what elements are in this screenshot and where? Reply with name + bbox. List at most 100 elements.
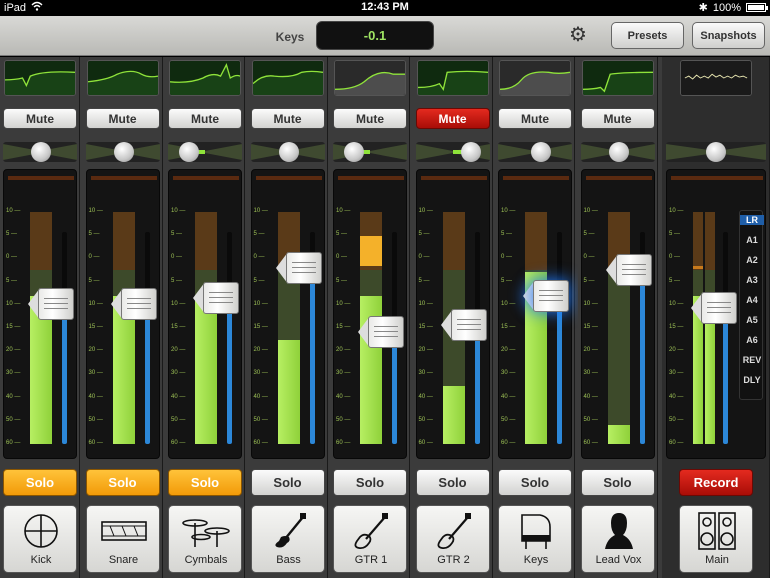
level-meter — [195, 212, 217, 444]
db-scale-label: 20 — — [253, 347, 268, 354]
eq-thumbnail[interactable] — [334, 60, 406, 96]
mute-button[interactable]: Mute — [498, 108, 572, 129]
fader-cap[interactable] — [440, 309, 487, 342]
mute-button[interactable]: Mute — [250, 108, 325, 129]
eq-thumbnail[interactable] — [4, 60, 76, 96]
bus-select-lr[interactable]: LR — [740, 215, 764, 225]
db-scale-label: 10 — — [418, 300, 433, 307]
fader-strip: 10 — 5 — 0 — 5 — 10 — 15 — 20 — 30 — 40 — 50 — 60 … — [415, 169, 490, 459]
db-scale-label: 50 — — [6, 416, 21, 423]
db-scale-label: 10 — — [171, 208, 186, 214]
pan-knob[interactable] — [343, 142, 364, 162]
solo-button[interactable]: Solo — [168, 469, 242, 496]
db-scale-label: 30 — — [501, 370, 516, 377]
mute-button[interactable]: Mute — [333, 108, 407, 129]
db-scale-label: 5 — — [583, 277, 595, 284]
pan-control[interactable] — [333, 142, 407, 162]
channel-strip: Mute 10 — 5 — 0 — 5 — 10 — 15 — 20 — 30 — 40 — 50… — [247, 57, 328, 578]
channel-label-button[interactable]: Bass — [250, 505, 325, 573]
pan-knob[interactable] — [278, 142, 299, 162]
channel-label-button[interactable]: GTR 2 — [415, 505, 490, 573]
channel-strip: Mute 10 — 5 — 0 — 5 — 10 — 15 — 20 — 30 — 40 — 50… — [165, 57, 245, 578]
pan-knob[interactable] — [706, 142, 726, 162]
mute-button[interactable]: Mute — [85, 108, 160, 129]
db-scale-label: 60 — — [418, 440, 433, 446]
fader-cap[interactable] — [523, 279, 569, 312]
mute-button[interactable]: Mute — [415, 108, 490, 129]
eq-thumbnail[interactable] — [581, 60, 654, 96]
main-spectrum[interactable] — [680, 60, 752, 96]
presets-button[interactable]: Presets — [611, 22, 684, 49]
solo-button[interactable]: Solo — [415, 469, 490, 496]
channel-label-button[interactable]: Snare — [85, 505, 160, 573]
pan-knob[interactable] — [461, 142, 481, 162]
pan-control[interactable] — [168, 142, 242, 162]
snapshots-button[interactable]: Snapshots — [692, 22, 765, 49]
eq-thumbnail[interactable] — [499, 60, 571, 96]
fader-track[interactable] — [62, 232, 67, 444]
channel-label-button[interactable]: Lead Vox — [580, 505, 655, 573]
db-scale-label: 20 — — [418, 347, 433, 354]
gear-icon[interactable]: ⚙ — [567, 24, 589, 46]
channel-label-button[interactable]: GTR 1 — [333, 505, 407, 573]
pan-control[interactable] — [498, 142, 572, 162]
db-scale-label: 0 — — [88, 254, 100, 261]
solo-button[interactable]: Solo — [580, 469, 655, 496]
record-button[interactable]: Record — [679, 469, 753, 496]
mute-button[interactable]: Mute — [168, 108, 242, 129]
bus-select-a4[interactable]: A4 — [740, 295, 764, 305]
bus-select-a6[interactable]: A6 — [740, 335, 764, 345]
eq-thumbnail[interactable] — [251, 60, 324, 96]
fader-cap[interactable] — [28, 288, 74, 321]
db-scale-label: 30 — — [583, 370, 598, 377]
mute-button[interactable]: Mute — [3, 108, 77, 129]
pan-control[interactable] — [250, 142, 325, 162]
bus-select-a3[interactable]: A3 — [740, 275, 764, 285]
db-scale-label: 5 — — [6, 231, 18, 238]
eq-thumbnail[interactable] — [416, 60, 489, 96]
fader-cap[interactable] — [605, 254, 652, 287]
solo-button[interactable]: Solo — [498, 469, 572, 496]
db-scale-label: 5 — — [418, 277, 430, 284]
eq-thumbnail[interactable] — [86, 60, 159, 96]
fader-track[interactable] — [144, 232, 150, 444]
pan-knob[interactable] — [31, 142, 51, 162]
fader-track[interactable] — [227, 232, 232, 444]
channel-label-button[interactable]: Keys — [498, 505, 572, 573]
db-scale-label: 50 — — [669, 416, 684, 423]
bus-select-rev[interactable]: REV — [740, 355, 764, 365]
channel-label-button[interactable]: Cymbals — [168, 505, 242, 573]
pan-control[interactable] — [85, 142, 160, 162]
main-fader-track[interactable] — [723, 232, 728, 444]
pan-control[interactable] — [580, 142, 655, 162]
pan-knob[interactable] — [113, 142, 134, 162]
fader-cap[interactable] — [691, 292, 737, 325]
pan-knob[interactable] — [178, 142, 199, 162]
bus-selector: LR A1 A2 A3 A4 A5 A6 REV DLY — [739, 210, 764, 400]
db-scale-label: 10 — — [6, 300, 21, 307]
bus-select-a1[interactable]: A1 — [740, 235, 764, 245]
bus-select-a5[interactable]: A5 — [740, 315, 764, 325]
fader-cap[interactable] — [358, 315, 404, 348]
solo-button[interactable]: Solo — [333, 469, 407, 496]
solo-button[interactable]: Solo — [85, 469, 160, 496]
fader-cap[interactable] — [193, 281, 239, 314]
solo-button[interactable]: Solo — [250, 469, 325, 496]
channel-label-button[interactable]: Kick — [3, 505, 77, 573]
fader-track[interactable] — [557, 232, 562, 444]
pan-knob[interactable] — [608, 142, 629, 162]
pan-control[interactable] — [415, 142, 490, 162]
eq-thumbnail[interactable] — [169, 60, 241, 96]
mute-button[interactable]: Mute — [580, 108, 655, 129]
solo-button[interactable]: Solo — [3, 469, 77, 496]
main-pan-control[interactable] — [666, 142, 766, 162]
level-meter — [525, 212, 547, 444]
db-scale-label: 40 — — [6, 393, 21, 400]
pan-knob[interactable] — [531, 142, 551, 162]
bus-select-a2[interactable]: A2 — [740, 255, 764, 265]
pan-control[interactable] — [3, 142, 77, 162]
fader-cap[interactable] — [275, 252, 322, 285]
main-label-button[interactable]: Main — [679, 505, 753, 573]
fader-cap[interactable] — [110, 288, 157, 321]
bus-select-dly[interactable]: DLY — [740, 375, 764, 385]
